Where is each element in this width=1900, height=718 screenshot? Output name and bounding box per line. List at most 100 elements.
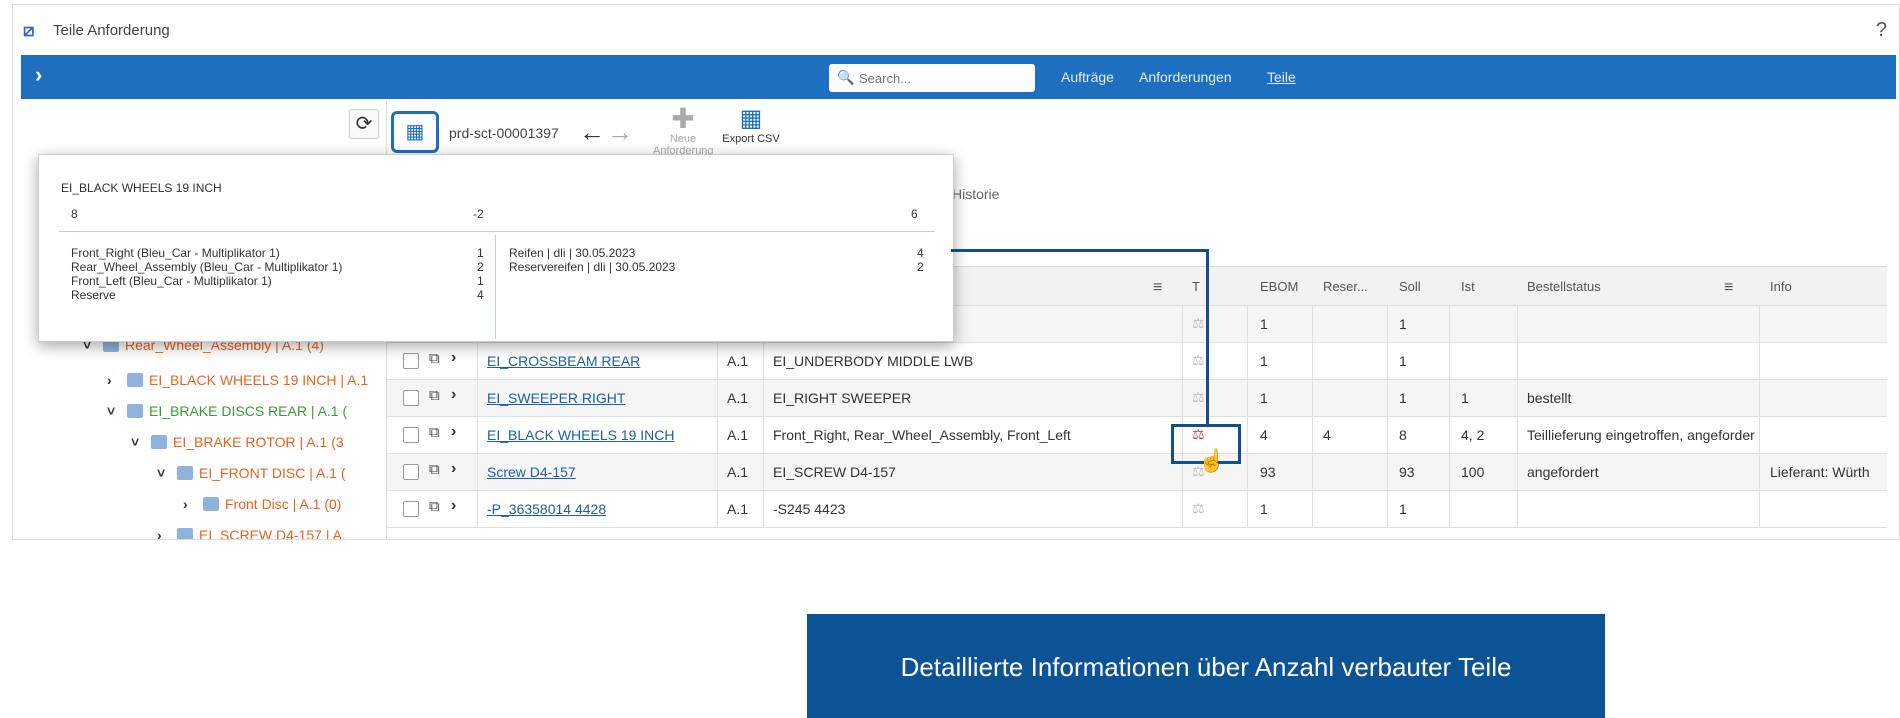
copy-icon[interactable]: ⧉ bbox=[429, 387, 440, 404]
part-name-link[interactable]: -P_36358014 4428 bbox=[487, 501, 712, 517]
copy-icon[interactable]: ⧉ bbox=[429, 461, 440, 478]
row-checkbox[interactable] bbox=[403, 464, 419, 480]
row-checkbox[interactable] bbox=[403, 427, 419, 443]
description-cell: EI_RIGHT SWEEPER bbox=[773, 390, 912, 406]
cell-border bbox=[1517, 306, 1518, 343]
part-name-link[interactable]: Screw D4-157 bbox=[487, 464, 712, 480]
tree-node[interactable]: › Front Disc | A.1 (0) bbox=[183, 496, 383, 518]
part-name-link[interactable]: EI_CROSSBEAM REAR bbox=[487, 353, 712, 369]
scale-icon[interactable]: ⚖ bbox=[1192, 352, 1205, 369]
part-name-link[interactable]: EI_SWEEPER RIGHT bbox=[487, 390, 712, 406]
delivery-value: 2 bbox=[917, 260, 924, 274]
table-row[interactable]: ⧉ › EI_CROSSBEAM REAR A.1 EI_UNDERBODY MIDDL… bbox=[387, 343, 1887, 380]
table-row[interactable]: ⧉ › Screw D4-157 A.1 EI_SCREW D4-157 ⚖ 93 93 100… bbox=[387, 454, 1887, 491]
new-request-button[interactable]: ✚ Neue Anforderung bbox=[653, 103, 714, 158]
search-box[interactable]: 🔍 bbox=[829, 64, 1035, 92]
chevron-right-icon[interactable]: › bbox=[157, 527, 173, 539]
col-ist[interactable]: Ist bbox=[1461, 279, 1475, 294]
copy-icon[interactable]: ⧉ bbox=[429, 424, 440, 441]
cell-border bbox=[763, 417, 764, 454]
row-checkbox[interactable] bbox=[403, 353, 419, 369]
row-checkbox[interactable] bbox=[403, 390, 419, 406]
cell-border bbox=[1247, 491, 1248, 528]
cell-border bbox=[1449, 380, 1450, 417]
status-cell: angefordert bbox=[1527, 464, 1599, 480]
export-csv-button[interactable]: ▦ Export CSV bbox=[721, 105, 781, 145]
arrow-left-icon[interactable]: ← bbox=[579, 117, 605, 148]
cell-border bbox=[763, 380, 764, 417]
part-name-link[interactable]: EI_BLACK WHEELS 19 INCH bbox=[487, 427, 712, 443]
tab-historie[interactable]: Historie bbox=[952, 186, 999, 202]
copy-icon[interactable]: ⧉ bbox=[429, 350, 440, 367]
table-row[interactable]: ⧉ › -P_36358014 4428 A.1 -S245 4423 ⚖ 1 1 bbox=[387, 491, 1887, 528]
chevron-right-icon[interactable]: › bbox=[107, 372, 123, 388]
cell-border bbox=[1387, 380, 1388, 417]
tree-node-label: EI_BLACK WHEELS 19 INCH | A.1 bbox=[149, 372, 369, 388]
chevron-right-icon[interactable]: › bbox=[451, 423, 456, 441]
tree-node[interactable]: ˅ EI_BRAKE ROTOR | A.1 (3 bbox=[131, 434, 383, 456]
ebom-cell: 1 bbox=[1260, 390, 1268, 406]
nav-link-auftraege[interactable]: Aufträge bbox=[1061, 69, 1114, 85]
col-bestellstatus[interactable]: Bestellstatus bbox=[1527, 279, 1601, 294]
col-soll[interactable]: Soll bbox=[1399, 279, 1421, 294]
arrow-right-icon[interactable]: → bbox=[607, 117, 633, 148]
chevron-down-icon[interactable]: ˅ bbox=[157, 465, 173, 481]
copy-icon[interactable]: ⧉ bbox=[429, 498, 440, 515]
soll-cell: 1 bbox=[1399, 501, 1407, 517]
cell-border bbox=[763, 454, 764, 491]
cell-border bbox=[717, 343, 718, 380]
export-csv-label: Export CSV bbox=[722, 133, 780, 145]
cell-border bbox=[1312, 417, 1313, 454]
cell-border bbox=[1182, 343, 1183, 380]
tree-node[interactable]: ˅ EI_BRAKE DISCS REAR | A.1 ( bbox=[107, 403, 383, 425]
tree-node[interactable]: › EI_BLACK WHEELS 19 INCH | A.1 bbox=[107, 372, 383, 394]
chevron-down-icon[interactable]: ˅ bbox=[107, 403, 123, 419]
column-menu-icon[interactable]: ≡ bbox=[1153, 279, 1162, 297]
nav-link-anforderungen[interactable]: Anforderungen bbox=[1139, 69, 1232, 85]
soll-cell: 1 bbox=[1399, 353, 1407, 369]
table-row[interactable]: ⧉ › EI_SWEEPER RIGHT A.1 EI_RIGHT SWEEPER ⚖ 1 1… bbox=[387, 380, 1887, 417]
refresh-icon: ⟳ bbox=[355, 113, 373, 135]
nav-link-teile[interactable]: Teile bbox=[1267, 69, 1296, 85]
col-ebom[interactable]: EBOM bbox=[1260, 279, 1298, 294]
callout-box: Detaillierte Informationen über Anzahl v… bbox=[807, 614, 1605, 718]
chevron-down-icon[interactable]: ˅ bbox=[131, 434, 147, 450]
part-icon bbox=[177, 528, 193, 539]
chevron-right-icon[interactable]: › bbox=[451, 349, 456, 367]
cell-border bbox=[1759, 306, 1760, 343]
column-menu-icon[interactable]: ≡ bbox=[1724, 279, 1733, 297]
col-reserve[interactable]: Reser... bbox=[1323, 279, 1368, 294]
cell-border bbox=[1387, 454, 1388, 491]
chevron-right-icon[interactable]: › bbox=[451, 497, 456, 515]
cell-border bbox=[1247, 417, 1248, 454]
part-icon bbox=[203, 497, 219, 511]
usage-value: 1 bbox=[477, 274, 484, 288]
chevron-right-icon[interactable]: › bbox=[183, 496, 199, 512]
reserve-cell: 4 bbox=[1323, 427, 1331, 443]
table-row[interactable]: ⧉ › EI_BLACK WHEELS 19 INCH A.1 Front_Right,… bbox=[387, 417, 1887, 454]
cell-border bbox=[477, 491, 478, 528]
ebom-cell: 4 bbox=[1260, 427, 1268, 443]
row-checkbox[interactable] bbox=[403, 501, 419, 517]
chevron-right-icon[interactable]: › bbox=[35, 62, 42, 88]
document-icon[interactable]: ▦ bbox=[391, 111, 439, 153]
col-info[interactable]: Info bbox=[1770, 279, 1792, 294]
cell-border bbox=[717, 491, 718, 528]
cell-border bbox=[477, 454, 478, 491]
tree-node[interactable]: ˅ EI_FRONT DISC | A.1 ( bbox=[157, 465, 383, 487]
cell-border bbox=[717, 380, 718, 417]
quantity-detail-popup: EI_BLACK WHEELS 19 INCH 8 -2 6 Front_Rig… bbox=[38, 154, 954, 342]
chevron-right-icon[interactable]: › bbox=[451, 460, 456, 478]
col-t[interactable]: T bbox=[1192, 279, 1200, 294]
refresh-button[interactable]: ⟳ bbox=[349, 109, 379, 139]
scale-icon[interactable]: ⚖ bbox=[1192, 315, 1205, 332]
ist-cell: 1 bbox=[1461, 390, 1469, 406]
plus-icon: ✚ bbox=[671, 103, 695, 134]
tree-node[interactable]: › EI_SCREW D4-157 | A. bbox=[157, 527, 383, 539]
search-input[interactable] bbox=[859, 69, 1029, 87]
divider bbox=[495, 235, 496, 339]
help-icon[interactable]: ? bbox=[1876, 19, 1887, 42]
scale-icon[interactable]: ⚖ bbox=[1192, 500, 1205, 517]
scale-icon[interactable]: ⚖ bbox=[1192, 389, 1205, 406]
chevron-right-icon[interactable]: › bbox=[451, 386, 456, 404]
